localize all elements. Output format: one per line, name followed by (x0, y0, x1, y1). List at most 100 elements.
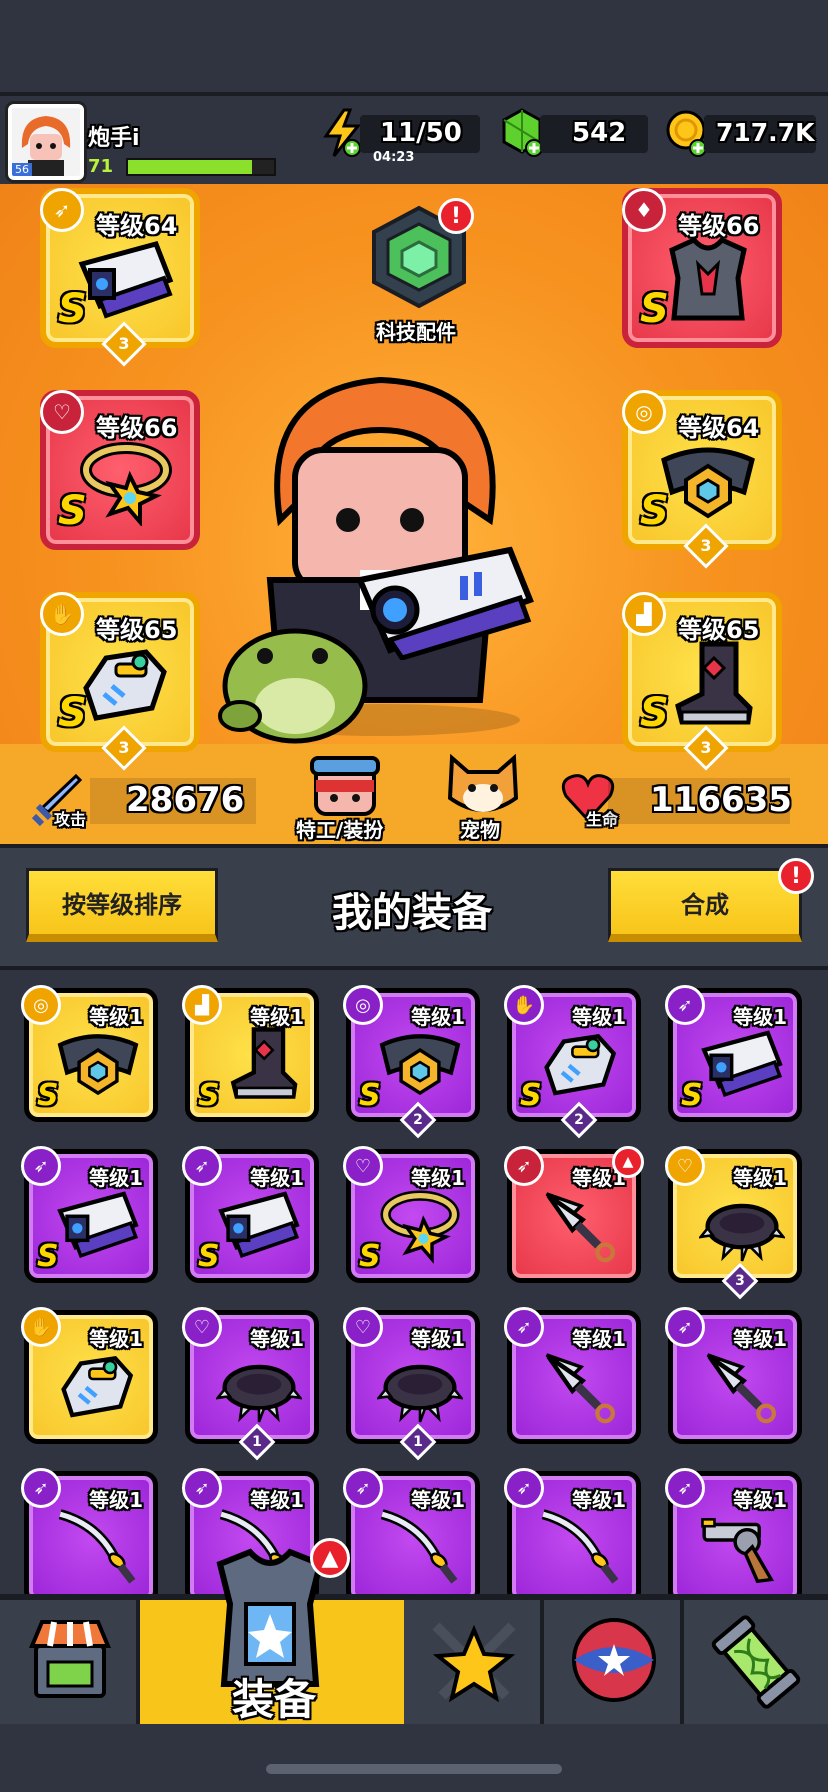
equipment-item[interactable]: ➶ 等级1 (504, 1468, 641, 1594)
item-type-icon: ➶ (504, 1307, 544, 1347)
equipped-slot-armor[interactable]: ♦ 等级66 S (622, 188, 782, 348)
item-type-icon: ➶ (21, 1146, 61, 1186)
item-count: 1 (413, 1434, 423, 1450)
item-count-badge: 2 (399, 1101, 437, 1139)
belt-icon (377, 1023, 463, 1103)
slot-rank: S (640, 488, 669, 534)
item-level: 等级1 (572, 1488, 626, 1512)
tech-alert-badge: ! (438, 198, 474, 234)
slot-star-count: 3 (118, 738, 130, 757)
gun-icon (55, 1184, 141, 1264)
slot-rank: S (58, 690, 87, 736)
spiked-collar-icon (375, 1345, 465, 1425)
item-level: 等级1 (411, 1488, 465, 1512)
energy-icon (320, 108, 364, 158)
agent-outfit-button[interactable] (306, 752, 384, 818)
equipment-item[interactable]: ➶ 等级1 (504, 1307, 641, 1444)
equipment-item[interactable]: ➶ 等级1 ▲ (504, 1146, 644, 1283)
equipment-item[interactable]: ◎ 等级1 S 2 (343, 985, 480, 1139)
item-level: 等级1 (572, 1005, 626, 1029)
katana-icon (538, 1506, 624, 1586)
tech-parts-label: 科技配件 (376, 320, 456, 344)
armor-icon (658, 234, 758, 324)
belt-icon (658, 436, 758, 526)
nav-gacha[interactable] (544, 1600, 684, 1724)
belt-icon (55, 1023, 141, 1103)
item-rank: S (520, 1078, 542, 1113)
item-count-badge: 1 (238, 1423, 276, 1461)
equipment-item[interactable]: ➶ 等级1 S (182, 1146, 319, 1283)
equipped-slot-boots[interactable]: ▟ 等级65 S 3 (622, 592, 782, 771)
equipped-slot-belt[interactable]: ◎ 等级64 S 3 (622, 390, 782, 569)
gem-value: 542 (572, 118, 627, 148)
equipment-grid: ◎ 等级1 S ▟ 等级1 S ◎ 等级1 S 2 ✋ 等级1 S 2 ➶ 等级1 S ➶ 等级1 S ➶ 等级1 S ♡ 等级… (0, 970, 828, 1594)
gun-icon (76, 234, 176, 324)
equipment-item[interactable]: ➶ 等级1 S (665, 985, 802, 1122)
gloves-icon (538, 1023, 624, 1103)
slot-type-icon: ♡ (40, 390, 84, 434)
slot-level: 等级64 (678, 414, 760, 442)
item-type-icon: ➶ (182, 1468, 222, 1508)
pet-button[interactable] (444, 752, 522, 818)
equipment-item[interactable]: ➶ 等级1 S (21, 1146, 158, 1283)
pet-frog[interactable] (210, 596, 380, 746)
player-level: 71 (88, 156, 114, 177)
revolver-icon (699, 1506, 785, 1586)
item-count: 3 (735, 1273, 745, 1289)
equipment-item[interactable]: ♡ 等级1 3 (665, 1146, 802, 1300)
nav-battle[interactable] (404, 1600, 544, 1724)
player-avatar[interactable]: 56 (8, 104, 84, 180)
sort-by-level-button[interactable]: 按等级排序 (26, 868, 218, 942)
equipment-item[interactable]: ➶ 等级1 (665, 1307, 802, 1444)
equipment-item[interactable]: ◎ 等级1 S (21, 985, 158, 1122)
boots-icon (658, 638, 758, 728)
item-rank: S (37, 1239, 59, 1274)
item-rank: S (359, 1078, 381, 1113)
equipment-item[interactable]: ♡ 等级1 S (343, 1146, 480, 1283)
star-ball-icon (572, 1618, 656, 1702)
equipment-item[interactable]: ♡ 等级1 1 (182, 1307, 319, 1461)
item-rank: S (681, 1078, 703, 1113)
item-count: 1 (252, 1434, 262, 1450)
item-type-icon: ✋ (21, 1307, 61, 1347)
equipment-item[interactable]: ➶ 等级1 (343, 1468, 480, 1594)
nav-gene[interactable] (684, 1600, 828, 1724)
item-type-icon: ➶ (665, 985, 705, 1025)
nav-shop[interactable] (0, 1600, 140, 1724)
equipped-slot-necklace[interactable]: ♡ 等级66 S (40, 390, 200, 550)
item-level: 等级1 (733, 1166, 787, 1190)
merge-button[interactable]: 合成 (608, 868, 802, 942)
item-type-icon: ◎ (21, 985, 61, 1025)
slot-level: 等级66 (96, 414, 178, 442)
item-level: 等级1 (250, 1005, 304, 1029)
slot-rank: S (640, 690, 669, 736)
katana-icon (377, 1506, 463, 1586)
xp-bar-fill (128, 160, 253, 174)
item-level: 等级1 (89, 1005, 143, 1029)
shop-icon (29, 1620, 111, 1698)
player-name: 炮手i (88, 126, 140, 151)
slot-rank: S (640, 286, 669, 332)
item-type-icon: ♡ (182, 1307, 222, 1347)
item-type-icon: ♡ (343, 1146, 383, 1186)
item-rank: S (37, 1078, 59, 1113)
equipment-item[interactable]: ➶ 等级1 (665, 1468, 802, 1594)
agent-head-icon (310, 756, 380, 816)
item-level: 等级1 (411, 1166, 465, 1190)
equipment-item[interactable]: ♡ 等级1 1 (343, 1307, 480, 1461)
shiba-dog-icon (447, 753, 519, 812)
equipment-item[interactable]: ✋ 等级1 S 2 (504, 985, 641, 1139)
item-type-icon: ◎ (343, 985, 383, 1025)
katana-icon (55, 1506, 141, 1586)
equipment-item[interactable]: ✋ 等级1 (21, 1307, 158, 1444)
energy-value: 11/50 (380, 118, 462, 148)
item-count-badge: 2 (560, 1101, 598, 1139)
avatar-level-badge: 56 (12, 163, 32, 176)
equipped-slot-weapon[interactable]: ➶ 等级64 S 3 (40, 188, 200, 367)
equipped-slot-gloves[interactable]: ✋ 等级65 S 3 (40, 592, 200, 771)
gloves-icon (76, 638, 176, 728)
energy-timer: 04:23 (373, 150, 415, 165)
equipment-item[interactable]: ▟ 等级1 S (182, 985, 319, 1122)
slot-type-icon: ➶ (40, 188, 84, 232)
equipment-item[interactable]: ➶ 等级1 (21, 1468, 158, 1594)
